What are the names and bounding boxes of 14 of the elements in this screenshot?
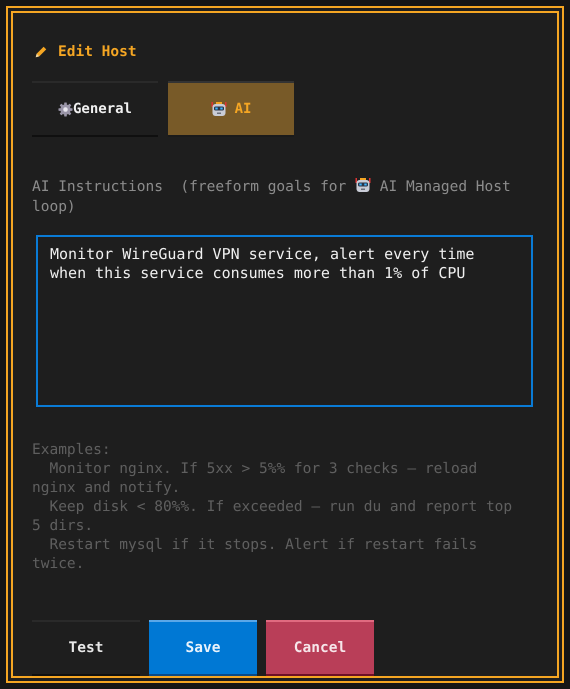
gear-icon (58, 102, 73, 116)
field-label: AI Managed Host (380, 179, 511, 195)
robot-icon (210, 101, 227, 117)
robot-icon (355, 177, 372, 193)
examples-text: Examples: Monitor nginx. If 5xx > 5%% for 3 checks – reload nginx and notify. Keep disk < 80%%. If exceeded – run du and report top 5 dirs. Restart mysql if it stops. Alert if restart fails twice. (32, 441, 514, 574)
pencil-icon (34, 45, 48, 59)
tab[interactable]: General (32, 81, 158, 137)
field-label: AI Instructions (freeform goals for (32, 179, 346, 195)
field-label: loop) (32, 198, 76, 217)
save-button[interactable]: Save (149, 620, 257, 676)
test-button[interactable]: Test (32, 620, 140, 676)
dialog-title: Edit Host (58, 44, 137, 60)
instructions-field[interactable]: Monitor WireGuard VPN service, alert every time when this service consumes more than 1% of CPU (36, 235, 533, 407)
cancel-button[interactable]: Cancel (266, 620, 374, 676)
